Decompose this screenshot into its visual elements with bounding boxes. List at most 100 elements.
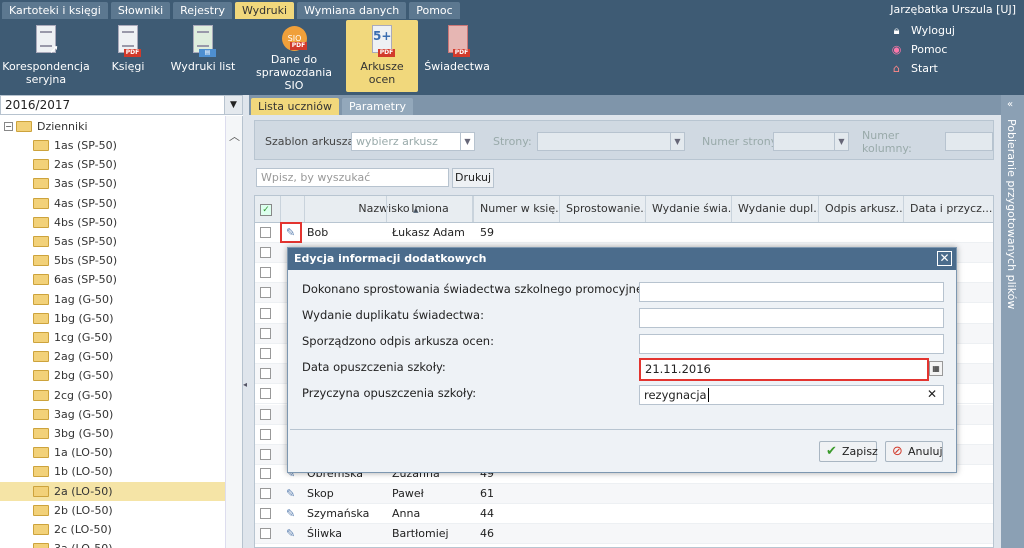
table-row[interactable]: ✎ Śliwka Bartłomiej 46 [255, 524, 993, 544]
column-header-odpis-arkusza[interactable]: Odpis arkusz... [819, 196, 904, 222]
ribbon-button-swiadectwa[interactable]: PDF Świadectwa [424, 20, 490, 92]
ribbon-button-wydruki-list[interactable]: ▤ Wydruki list [170, 20, 236, 92]
tree-class-item[interactable]: 1ag (G-50) [0, 290, 225, 309]
tree-class-item[interactable]: 6as (SP-50) [0, 270, 225, 289]
ribbon-button-sio[interactable]: SIO PDF Dane do sprawozdania SIO [248, 20, 340, 92]
menu-tab-pomoc[interactable]: Pomoc [409, 1, 460, 19]
tree-class-item[interactable]: 2b (LO-50) [0, 501, 225, 520]
tree-class-item[interactable]: 5as (SP-50) [0, 232, 225, 251]
tab-parametry[interactable]: Parametry [342, 98, 413, 115]
ribbon-button-korespondencja[interactable]: ➚ Korespondencja seryjna [2, 20, 90, 92]
clear-icon[interactable]: ✕ [927, 387, 937, 402]
tree-class-item[interactable]: 1bg (G-50) [0, 309, 225, 328]
print-button[interactable]: Drukuj [452, 168, 494, 188]
column-header-numer[interactable]: Numer w księ... [474, 196, 560, 222]
save-button[interactable]: ✔ Zapisz [819, 441, 878, 462]
tree-class-item[interactable]: 5bs (SP-50) [0, 251, 225, 270]
sprostowanie-field[interactable] [639, 282, 944, 302]
row-checkbox[interactable] [260, 528, 271, 539]
row-checkbox[interactable] [260, 408, 271, 420]
column-header-wydanie-duplikatu[interactable]: Wydanie dupl... [732, 196, 819, 222]
tree-scrollbar[interactable]: ︿ [225, 116, 242, 548]
row-checkbox[interactable] [260, 267, 271, 279]
start-link[interactable]: ⌂ Start [890, 59, 1000, 78]
chevron-down-icon[interactable]: ▼ [224, 96, 242, 114]
tree-class-item[interactable]: 2ag (G-50) [0, 347, 225, 366]
cell-names: Paweł [392, 487, 424, 500]
row-checkbox[interactable] [260, 508, 271, 519]
sio-report-icon: SIO PDF [281, 25, 307, 51]
tree-class-item[interactable]: 4bs (SP-50) [0, 213, 225, 232]
row-checkbox[interactable] [260, 348, 271, 359]
column-number-select [945, 132, 993, 151]
column-header-imiona[interactable]: Imiona [386, 196, 474, 222]
tree-class-item[interactable]: 2c (LO-50) [0, 520, 225, 539]
row-checkbox[interactable] [260, 287, 271, 299]
ribbon-button-ksiegi[interactable]: PDF Księgi [102, 20, 154, 92]
calendar-icon[interactable]: ▦ [929, 361, 943, 376]
row-checkbox[interactable] [260, 388, 271, 400]
row-checkbox[interactable] [260, 488, 271, 499]
cell-surname: Szymańska [307, 507, 370, 520]
collapse-icon[interactable]: − [4, 122, 13, 131]
search-input[interactable]: Wpisz, by wyszukać [256, 168, 449, 187]
tree-class-item[interactable]: 1cg (G-50) [0, 328, 225, 347]
tree-root[interactable]: − Dzienniki [4, 117, 88, 136]
edit-icon[interactable]: ✎ [286, 507, 299, 520]
page-number-label: Numer strony: [702, 135, 781, 148]
row-checkbox[interactable] [260, 368, 271, 380]
menu-tab-kartoteki[interactable]: Kartoteki i księgi [2, 1, 108, 19]
school-year-select[interactable]: 2016/2017 ▼ [0, 95, 243, 115]
logout-link[interactable]: 🔒︎ Wyloguj [890, 21, 1000, 40]
column-header-wydanie-swiadectwa[interactable]: Wydanie świa... [646, 196, 732, 222]
tree-class-item[interactable]: 3bg (G-50) [0, 424, 225, 443]
chevron-down-icon[interactable]: ▼ [460, 133, 474, 150]
row-checkbox[interactable] [260, 307, 271, 319]
reason-field[interactable]: rezygnacja ✕ [639, 385, 944, 405]
menu-tab-wydruki[interactable]: Wydruki [234, 1, 295, 19]
duplikat-field[interactable] [639, 308, 944, 328]
tab-lista-uczniow[interactable]: Lista uczniów [251, 98, 340, 115]
table-row[interactable]: ✎ Szymańska Anna 44 [255, 504, 993, 524]
row-checkbox[interactable] [260, 449, 271, 460]
edit-icon[interactable]: ✎ [286, 487, 299, 500]
tree-class-item[interactable]: 3as (SP-50) [0, 174, 225, 193]
tree-class-item[interactable]: 3a (LO-50) [0, 539, 225, 548]
row-checkbox[interactable] [260, 428, 271, 440]
ribbon-button-arkusze-ocen[interactable]: 5+ PDF Arkusze ocen [346, 20, 418, 92]
tree-class-item[interactable]: 2bg (G-50) [0, 366, 225, 385]
menu-tab-slowniki[interactable]: Słowniki [110, 1, 171, 19]
table-row[interactable]: ✎ Skop Paweł 61 [255, 484, 993, 504]
menu-tab-wymiana-danych[interactable]: Wymiana danych [297, 1, 407, 19]
tree-class-item[interactable]: 3ag (G-50) [0, 405, 225, 424]
row-checkbox[interactable] [260, 468, 271, 479]
tree-class-item[interactable]: 2cg (G-50) [0, 386, 225, 405]
odpis-field[interactable] [639, 334, 944, 354]
scroll-up-icon[interactable]: ︿ [229, 128, 240, 144]
tree-class-item[interactable]: 2as (SP-50) [0, 155, 225, 174]
tree-class-item[interactable]: 1as (SP-50) [0, 136, 225, 155]
help-link[interactable]: ◉ Pomoc [890, 40, 1000, 59]
date-field[interactable]: 21.11.2016 [639, 358, 929, 381]
tree-class-item[interactable]: 1a (LO-50) [0, 443, 225, 462]
row-checkbox[interactable] [260, 327, 271, 339]
tree-class-item[interactable]: 4as (SP-50) [0, 194, 225, 213]
row-checkbox[interactable] [260, 247, 271, 258]
column-header-data-przyczyna[interactable]: Data i przycz... [904, 196, 993, 222]
tree-class-label: 2c (LO-50) [54, 523, 112, 536]
column-header-sprostowanie[interactable]: Sprostowanie... [560, 196, 646, 222]
template-select[interactable]: wybierz arkusz ▼ [351, 132, 475, 151]
files-side-panel[interactable]: « Pobieranie przygotowanych plików [1001, 95, 1024, 548]
tree-class-item[interactable]: 1b (LO-50) [0, 462, 225, 481]
close-icon[interactable]: ✕ [937, 251, 952, 266]
grid-header: ✓ Nazwisko ▲ Imiona Numer w księ... Spro… [255, 196, 993, 223]
field-label-sprostowanie: Dokonano sprostowania świadectwa szkolne… [302, 282, 662, 296]
select-all-checkbox[interactable]: ✓ [255, 196, 281, 222]
row-checkbox[interactable] [260, 227, 271, 238]
menu-tab-rejestry[interactable]: Rejestry [173, 1, 232, 19]
table-row[interactable]: ✎ Bob Łukasz Adam 59 [255, 223, 993, 243]
tree-class-item[interactable]: 2a (LO-50) [0, 481, 225, 501]
edit-icon[interactable]: ✎ [286, 527, 299, 540]
cancel-button[interactable]: ⊘ Anuluj [885, 441, 943, 462]
expand-icon[interactable]: « [1007, 99, 1013, 110]
